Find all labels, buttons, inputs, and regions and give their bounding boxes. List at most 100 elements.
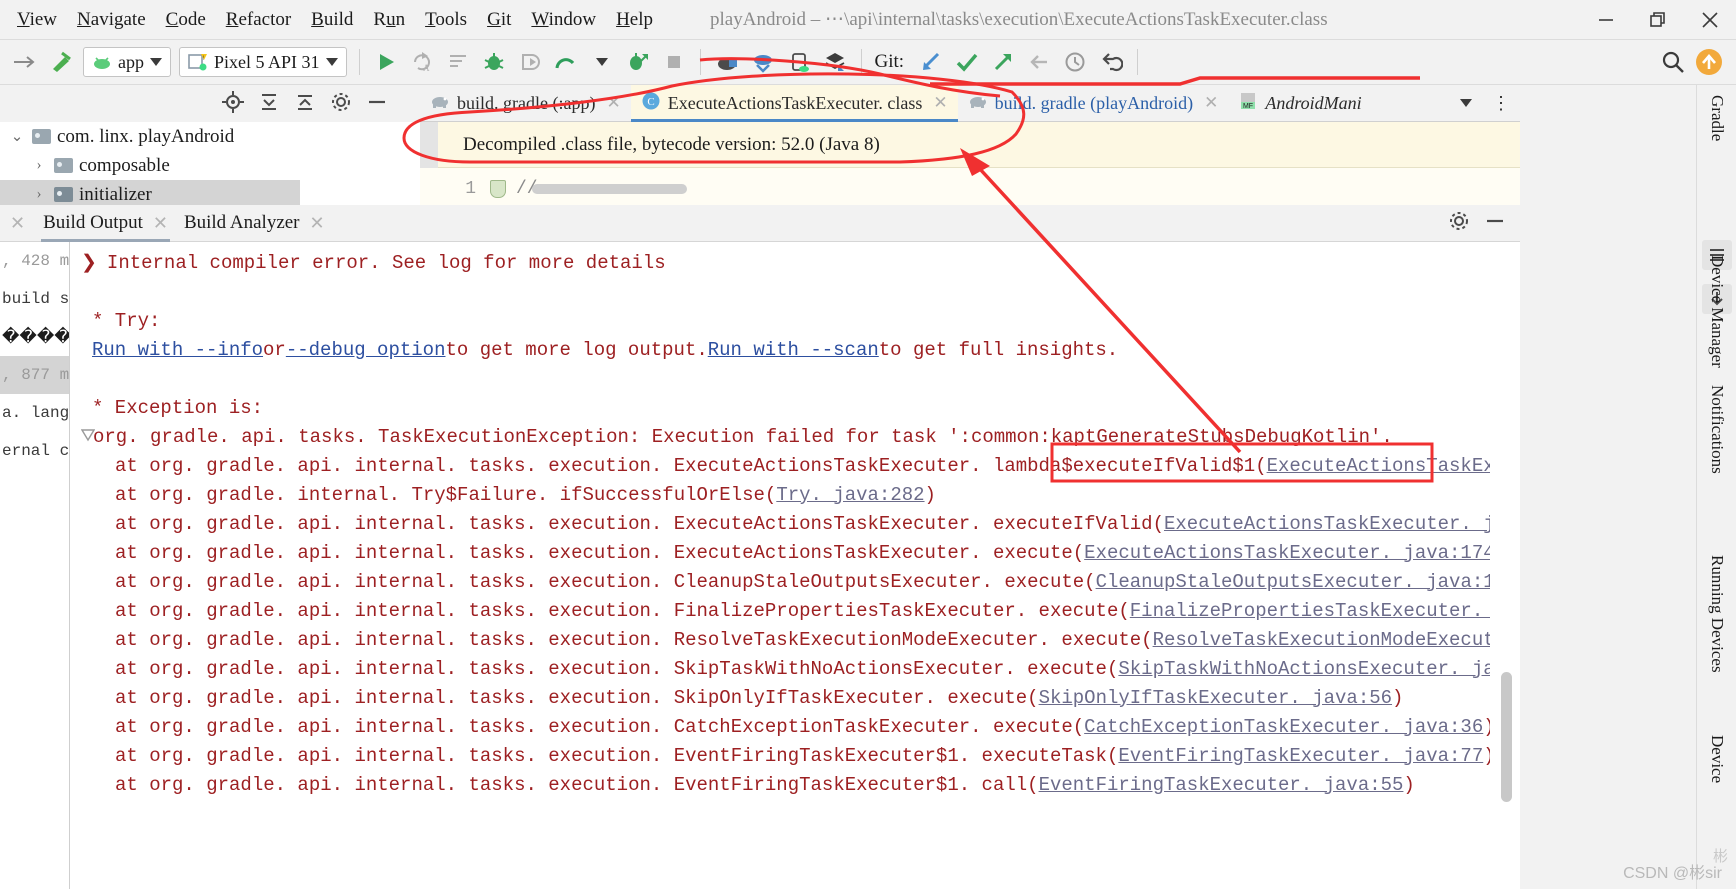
exception-message: org. gradle. api. tasks. TaskExecutionEx… [80,422,1490,451]
stacktrace-link[interactable]: CleanupStaleOutputsExecuter. java:109 [1096,571,1490,593]
stacktrace-link[interactable]: Try. java:282 [776,484,924,506]
hide-icon[interactable] [366,91,388,118]
tree-row[interactable]: ⌄ com. linx. playAndroid [0,122,420,151]
run-with-scan-link[interactable]: Run with --scan [708,339,879,361]
commit-icon[interactable] [950,46,984,78]
tab-executeactionstaskexecuter-class[interactable]: C ExecuteActionsTaskExecuter. class ✕ [630,85,958,122]
menu-item-code[interactable]: Code [157,6,215,34]
stacktrace-link[interactable]: ResolveTaskExecutionModeExecuter. java:5… [1153,629,1490,651]
chevron-right-icon[interactable]: ❯ [81,251,97,274]
stacktrace-link[interactable]: CatchExceptionTaskExecuter. java:36 [1084,716,1483,738]
push-icon[interactable] [986,46,1020,78]
build-tree-item[interactable]: , 428 ms [0,242,69,280]
sdk-manager-icon[interactable] [746,46,780,78]
settings-gear-icon[interactable] [1448,210,1470,237]
tool-window-device-manager[interactable]: Device Manager [1697,245,1736,378]
build-tree-item[interactable]: build s [0,280,69,318]
hide-panel-icon[interactable] [1484,210,1506,237]
run-with-coverage-icon[interactable] [621,46,655,78]
profiler-chevron-down-icon[interactable] [585,46,619,78]
settings-gear-icon[interactable] [330,91,352,118]
upload-icon[interactable] [1692,46,1726,78]
menu-item-refactor[interactable]: Refactor [217,6,300,34]
avd-manager-icon[interactable] [710,46,744,78]
close-icon[interactable]: ✕ [606,93,620,113]
run-with-info-link[interactable]: Run with --info [92,339,263,361]
stack-trace-line: at org. gradle. api. internal. tasks. ex… [115,715,1490,738]
tab-build-gradle-playandroid[interactable]: build. gradle (playAndroid) ✕ [957,85,1229,121]
tree-row[interactable]: › composable [0,151,420,180]
chevron-down-icon[interactable]: ⌄ [8,127,26,146]
tab-android-manifest[interactable]: MF AndroidMani [1228,85,1372,121]
expand-all-icon[interactable] [294,91,316,118]
tool-window-notifications[interactable]: Notifications [1697,375,1736,484]
update-project-icon[interactable] [914,46,948,78]
chevron-right-icon[interactable]: › [30,157,48,174]
minimize-icon[interactable] [1580,0,1632,40]
build-tree-item[interactable]: ����� [0,318,69,356]
more-vertical-icon[interactable]: ⋮ [1482,85,1520,121]
menu-item-run[interactable]: Run [364,6,414,34]
rollback-icon[interactable] [1022,46,1056,78]
horizontal-scrollbar[interactable] [532,184,687,194]
tool-window-device[interactable]: Device [1697,725,1736,793]
stacktrace-link[interactable]: SkipOnlyIfTaskExecuter. java:56 [1039,687,1392,709]
device-file-explorer-icon[interactable] [782,46,816,78]
debug-option-link[interactable]: --debug option [286,339,446,361]
profiler-icon[interactable] [549,46,583,78]
history-icon[interactable] [1058,46,1092,78]
locate-icon[interactable] [222,90,244,118]
layout-inspector-icon[interactable] [818,46,852,78]
stacktrace-link[interactable]: EventFiringTaskExecuter. java:77 [1118,745,1483,767]
tab-build-output[interactable]: Build Output ✕ [35,205,176,242]
close-icon[interactable] [1684,0,1736,40]
menu-item-navigate[interactable]: Navigate [68,6,155,34]
vertical-scrollbar[interactable] [1501,672,1512,802]
arrow-right-icon[interactable] [8,46,42,78]
watermark: CSDN @彬sir [1623,865,1722,882]
close-icon[interactable]: ✕ [153,213,168,234]
close-icon[interactable]: ✕ [933,93,947,113]
search-everywhere-icon[interactable] [1656,46,1690,78]
menu-item-view[interactable]: View [8,6,66,34]
debug-bug-icon[interactable] [477,46,511,78]
tab-build-analyzer[interactable]: Build Analyzer ✕ [176,205,333,242]
apply-changes-icon[interactable] [441,46,475,78]
stacktrace-link[interactable]: SkipTaskWithNoActionsExecuter. java:57 [1118,658,1490,680]
module-selector[interactable]: app [83,47,171,77]
build-tree-item[interactable]: , 877 ms [0,356,69,394]
svg-text:A: A [423,63,430,73]
stacktrace-link[interactable]: EventFiringTaskExecuter. java:55 [1039,774,1404,796]
chevron-right-icon[interactable]: › [30,186,48,203]
close-icon[interactable]: ✕ [0,213,35,234]
close-icon[interactable]: ✕ [310,213,325,234]
close-icon[interactable]: ✕ [1204,93,1218,113]
menu-item-help[interactable]: Help [607,6,662,34]
tool-window-running-devices[interactable]: Running Devices [1697,545,1736,683]
tab-label: AndroidMani [1265,92,1362,113]
stacktrace-link[interactable]: ExecuteActionsTaskExecuter. java:174 [1084,542,1490,564]
attach-debugger-icon[interactable] [513,46,547,78]
build-tree-item[interactable]: ernal co [0,432,69,470]
build-tree-item[interactable]: a. lang. I [0,394,69,432]
tab-build-gradle-app[interactable]: build. gradle (:app) ✕ [420,85,631,121]
tool-window-gradle[interactable]: Gradle [1697,85,1736,151]
collapse-all-icon[interactable] [258,91,280,118]
menu-item-build[interactable]: Build [302,6,362,34]
undo-icon[interactable] [1094,46,1128,78]
stacktrace-link[interactable]: FinalizePropertiesTaskExecuter. java:46 [1130,600,1490,622]
tabs-overflow-chevron[interactable] [1450,85,1482,121]
build-tree-column[interactable]: , 428 ms build s ����� , 877 ms a. lang.… [0,242,70,889]
stacktrace-link[interactable]: ExecuteActionsTaskExecuter. java:186 [1164,513,1490,535]
stop-icon[interactable] [657,46,691,78]
menu-item-tools[interactable]: Tools [416,6,476,34]
device-selector[interactable]: ! Pixel 5 API 31 [179,47,347,77]
menu-item-git[interactable]: Git [478,6,520,34]
try-suggestion-line: Run with --info or --debug option to get… [92,338,1119,361]
maximize-icon[interactable] [1632,0,1684,40]
menu-item-window[interactable]: Window [522,6,605,34]
run-icon[interactable] [369,46,403,78]
rerun-icon[interactable]: A [405,46,439,78]
stacktrace-link-highlighted[interactable]: ExecuteActionsTaskExecuter. java:188 [1267,455,1490,477]
build-hammer-icon[interactable] [44,46,78,78]
